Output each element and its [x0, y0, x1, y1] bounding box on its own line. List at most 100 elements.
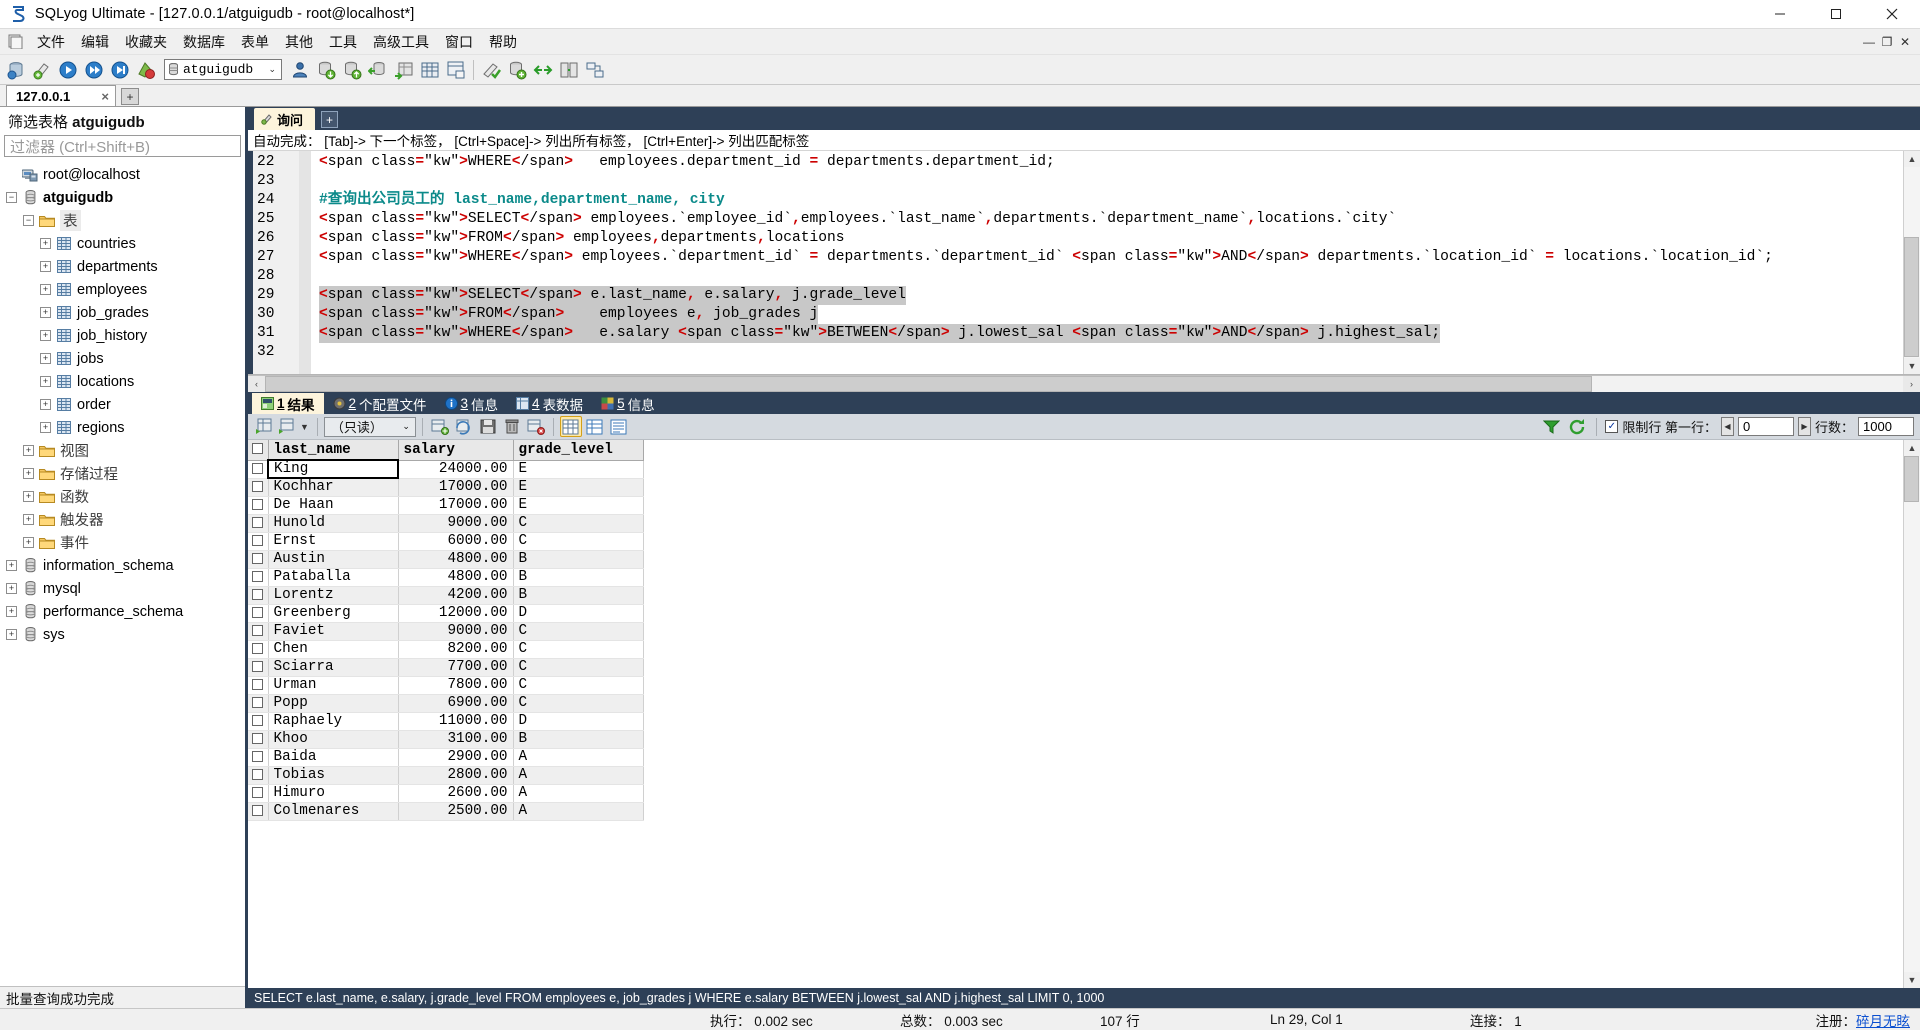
grid-cell[interactable]: B — [513, 568, 644, 587]
results-tab-2[interactable]: 2 个配置文件 — [324, 393, 436, 414]
grid-cell[interactable]: A — [513, 802, 644, 821]
expand-icon[interactable]: + — [23, 491, 34, 502]
form-view-icon[interactable] — [584, 416, 606, 437]
table-row[interactable]: Sciarra 7700.00 C — [248, 658, 644, 677]
grid-scroll-up-button[interactable]: ▲ — [1904, 440, 1920, 456]
grid-column-header[interactable]: last_name — [268, 440, 399, 461]
grid-cell[interactable]: 2900.00 — [398, 748, 514, 767]
grid-cell[interactable]: 4200.00 — [398, 586, 514, 605]
cancel-edit-icon[interactable] — [525, 416, 547, 437]
row-checkbox[interactable] — [248, 730, 269, 749]
grid-cell[interactable]: Lorentz — [268, 586, 399, 605]
grid-scroll-down-button[interactable]: ▼ — [1904, 972, 1920, 988]
table-row[interactable]: Greenberg 12000.00 D — [248, 604, 644, 623]
new-query-icon[interactable] — [30, 58, 54, 82]
grid-cell[interactable]: Kochhar — [268, 478, 399, 497]
close-button[interactable] — [1864, 0, 1920, 29]
readonly-mode-select[interactable]: （只读） ⌄ — [323, 416, 416, 437]
expand-icon[interactable]: + — [6, 560, 17, 571]
save-record-icon[interactable] — [477, 416, 499, 437]
query-tab-1[interactable]: 询问 — [254, 108, 316, 130]
execute-current-icon[interactable] — [108, 58, 132, 82]
tree-item-locations[interactable]: + locations — [0, 370, 245, 393]
results-tab-1[interactable]: 1 结果 — [252, 393, 324, 414]
grid-cell[interactable]: 24000.00 — [398, 460, 514, 479]
grid-cell[interactable]: 6000.00 — [398, 532, 514, 551]
grid-cell[interactable]: Baida — [268, 748, 399, 767]
editor-hscroll-left-button[interactable]: ‹ — [248, 376, 265, 392]
grid-scroll-track[interactable] — [1904, 456, 1920, 972]
grid-cell[interactable]: 4800.00 — [398, 550, 514, 569]
row-checkbox[interactable] — [248, 766, 269, 785]
expand-icon[interactable]: + — [40, 238, 51, 249]
user-manager-icon[interactable] — [288, 58, 312, 82]
grid-cell[interactable]: C — [513, 514, 644, 533]
backup-database-icon[interactable] — [314, 58, 338, 82]
text-view-icon[interactable] — [608, 416, 630, 437]
grid-cell[interactable]: Austin — [268, 550, 399, 569]
results-tab-5[interactable]: 5 信息 — [592, 393, 664, 414]
tree-item-order[interactable]: + order — [0, 393, 245, 416]
grid-cell[interactable]: Himuro — [268, 784, 399, 803]
table-row[interactable]: Hunold 9000.00 C — [248, 514, 644, 533]
table-row[interactable]: Tobias 2800.00 A — [248, 766, 644, 785]
editor-hscroll-track[interactable] — [265, 376, 1903, 392]
row-checkbox[interactable] — [248, 478, 269, 497]
tree-item-jobs[interactable]: + jobs — [0, 347, 245, 370]
schema-designer-icon[interactable] — [444, 58, 468, 82]
limit-rows-checkbox[interactable]: ✓ 限制行 第一行： — [1605, 417, 1717, 436]
insert-row-dropdown-icon[interactable] — [276, 416, 298, 437]
insert-row-icon[interactable] — [252, 416, 274, 437]
code-line[interactable]: <span class="kw">WHERE</span> employees.… — [319, 248, 1903, 267]
execute-all-icon[interactable] — [82, 58, 106, 82]
grid-view-icon[interactable] — [559, 416, 582, 437]
grid-cell[interactable]: 9000.00 — [398, 622, 514, 641]
menu-favorites[interactable]: 收藏夹 — [117, 29, 175, 55]
row-checkbox[interactable] — [248, 694, 269, 713]
grid-cell[interactable]: B — [513, 550, 644, 569]
expand-icon[interactable]: + — [40, 261, 51, 272]
editor-scroll-up-button[interactable]: ▲ — [1904, 151, 1920, 167]
table-row[interactable]: Urman 7800.00 C — [248, 676, 644, 695]
tree-item-[interactable]: + 触发器 — [0, 508, 245, 531]
tree-item-countries[interactable]: + countries — [0, 232, 245, 255]
grid-cell[interactable]: 4800.00 — [398, 568, 514, 587]
table-row[interactable]: Austin 4800.00 B — [248, 550, 644, 569]
grid-column-header[interactable]: salary — [398, 440, 514, 461]
filter-input[interactable]: 过滤器 (Ctrl+Shift+B) — [4, 135, 241, 157]
grid-cell[interactable]: C — [513, 640, 644, 659]
add-record-icon[interactable] — [429, 416, 451, 437]
tree-item-sys[interactable]: + sys — [0, 623, 245, 646]
check-syntax-icon[interactable] — [479, 58, 503, 82]
tree-item-[interactable]: + 视图 — [0, 439, 245, 462]
grid-cell[interactable]: Sciarra — [268, 658, 399, 677]
expand-icon[interactable]: + — [40, 353, 51, 364]
maximize-button[interactable] — [1808, 0, 1864, 29]
execute-icon[interactable] — [56, 58, 80, 82]
status-register-link[interactable]: 碎月无眩 — [1856, 1010, 1910, 1030]
row-checkbox[interactable] — [248, 550, 269, 569]
code-line[interactable]: <span class="kw">FROM</span> employees e… — [319, 305, 1903, 324]
grid-cell[interactable]: D — [513, 712, 644, 731]
mdi-close-button[interactable]: ✕ — [1896, 35, 1914, 49]
refresh-icon[interactable] — [1566, 416, 1588, 437]
grid-cell[interactable]: B — [513, 730, 644, 749]
grid-cell[interactable]: Khoo — [268, 730, 399, 749]
expand-icon[interactable]: + — [40, 399, 51, 410]
stop-icon[interactable] — [134, 58, 158, 82]
schema-sync-icon[interactable] — [557, 58, 581, 82]
grid-cell[interactable]: E — [513, 496, 644, 515]
minimize-button[interactable] — [1752, 0, 1808, 29]
select-all-checkbox[interactable] — [248, 440, 269, 461]
add-query-tab-button[interactable]: + — [321, 111, 339, 128]
grid-cell[interactable]: Raphaely — [268, 712, 399, 731]
grid-cell[interactable]: B — [513, 586, 644, 605]
expand-icon[interactable]: + — [23, 514, 34, 525]
grid-cell[interactable]: King — [267, 459, 399, 479]
tree-item-departments[interactable]: + departments — [0, 255, 245, 278]
table-row[interactable]: Popp 6900.00 C — [248, 694, 644, 713]
export-grid-icon[interactable] — [392, 58, 416, 82]
new-database-icon[interactable] — [505, 58, 529, 82]
expand-icon[interactable]: + — [40, 330, 51, 341]
row-checkbox[interactable] — [248, 460, 269, 479]
